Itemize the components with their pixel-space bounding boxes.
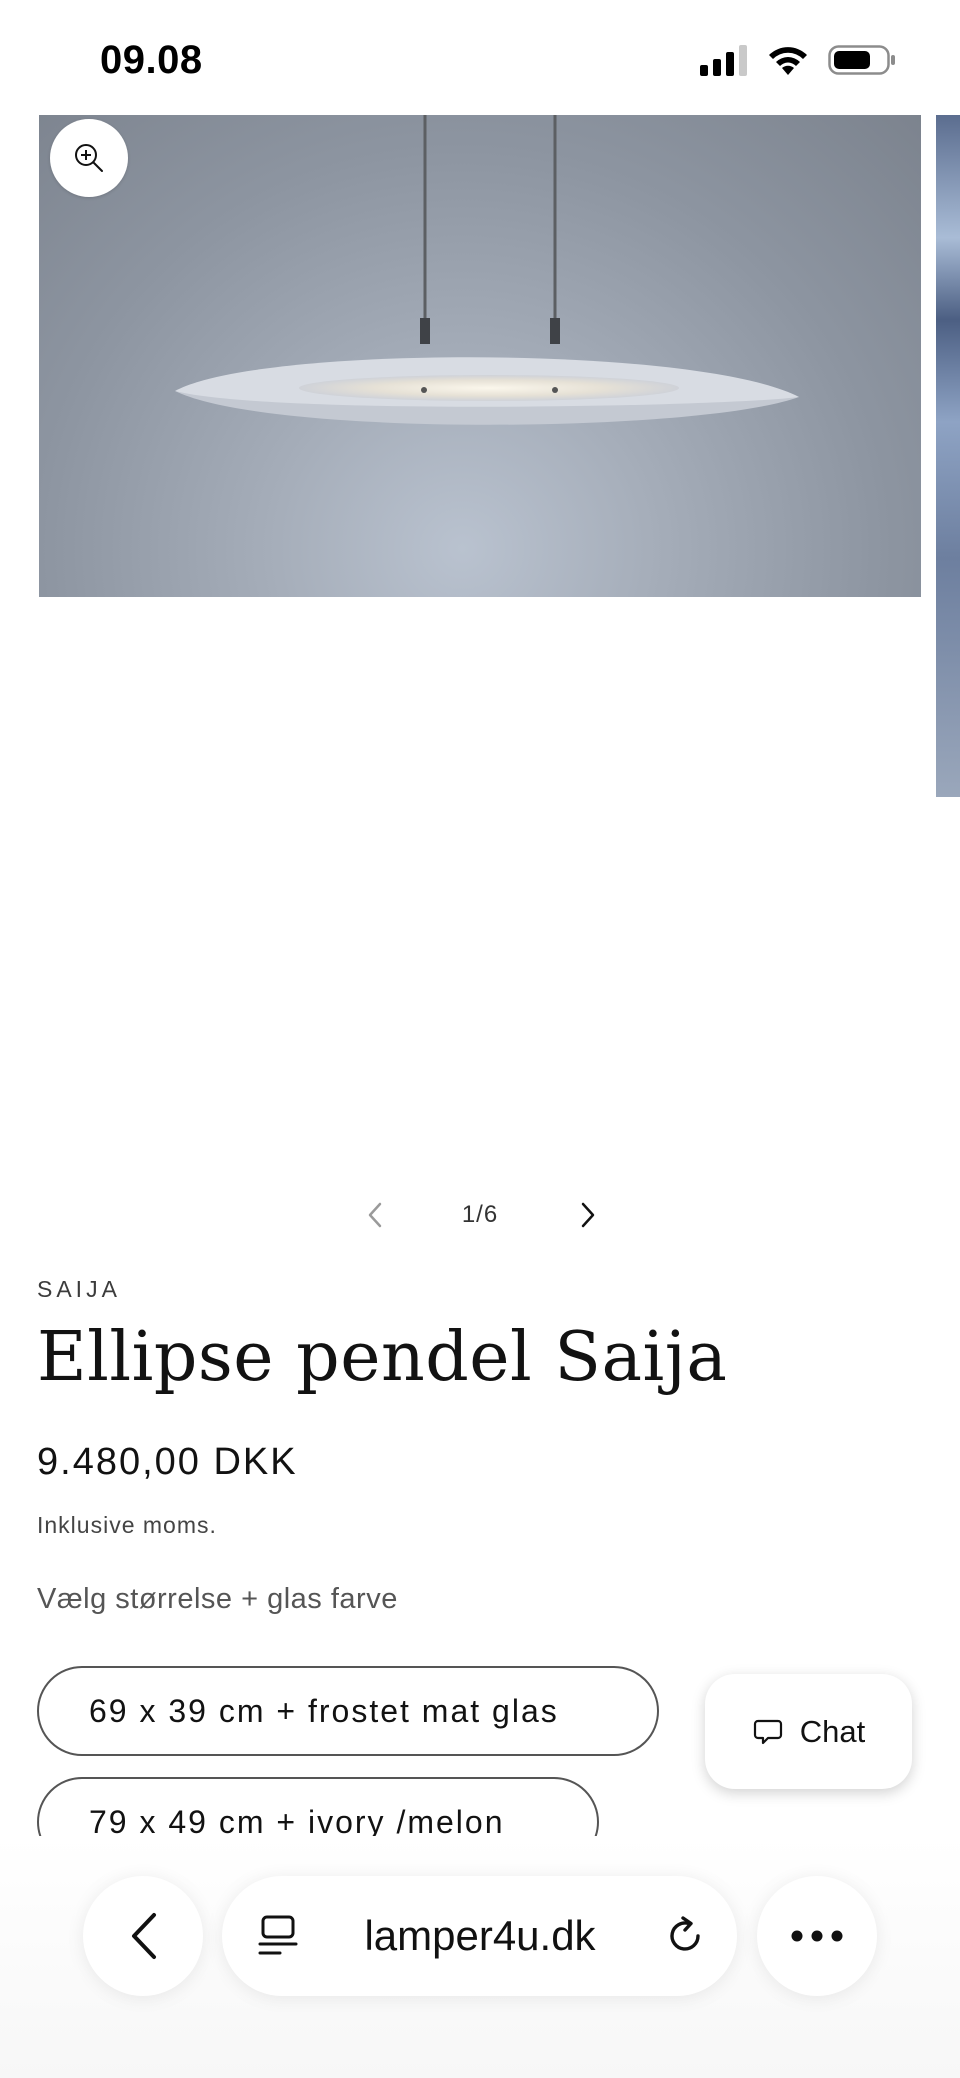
product-info: SAIJA Ellipse pendel Saija 9.480,00 DKK … (37, 1276, 897, 1616)
cellular-signal-icon (700, 45, 747, 76)
zoom-button[interactable] (50, 119, 128, 197)
browser-back-button[interactable] (83, 1876, 203, 1996)
tax-note: Inklusive moms. (37, 1512, 217, 1539)
slider-controls: 1/6 (0, 1187, 960, 1247)
address-bar[interactable]: lamper4u.dk (222, 1876, 737, 1996)
wifi-icon (769, 47, 807, 75)
browser-toolbar: lamper4u.dk (0, 1836, 960, 2078)
status-time: 09.08 (100, 38, 203, 82)
variant-label: Vælg størrelse + glas farve (37, 1583, 398, 1616)
chat-label: Chat (799, 1713, 866, 1749)
reload-icon[interactable] (663, 1914, 707, 1958)
next-image-peek[interactable] (936, 115, 960, 797)
more-horizontal-icon (791, 1930, 843, 1942)
chevron-right-icon (581, 1202, 595, 1228)
reader-mode-icon[interactable] (258, 1914, 298, 1958)
slider-prev-button[interactable] (355, 1195, 395, 1235)
product-image-pendant-lamp[interactable] (39, 115, 921, 597)
url-text: lamper4u.dk (364, 1912, 596, 1959)
pendant-lamp-illustration (175, 115, 799, 425)
battery-icon (828, 45, 895, 75)
zoom-in-icon (75, 144, 103, 172)
chat-button[interactable]: Chat (705, 1674, 912, 1789)
product-vendor: SAIJA (37, 1276, 121, 1302)
chat-bubble-icon (753, 1719, 782, 1744)
slider-next-button[interactable] (568, 1195, 608, 1235)
product-gallery[interactable]: 1/6 (0, 115, 960, 1245)
browser-more-button[interactable] (757, 1876, 877, 1996)
product-title: Ellipse pendel Saija (37, 1318, 728, 1397)
variant-option[interactable]: 79 x 49 cm + ivory /melon (37, 1777, 599, 1836)
variant-option[interactable]: 69 x 39 cm + frostet mat glas (37, 1666, 659, 1756)
status-icons (700, 44, 896, 76)
chevron-left-icon (132, 1913, 156, 1959)
status-bar: 09.08 (0, 0, 960, 115)
slider-counter: 1/6 (461, 1201, 499, 1228)
product-price: 9.480,00 DKK (37, 1441, 298, 1484)
chevron-left-icon (368, 1202, 382, 1228)
